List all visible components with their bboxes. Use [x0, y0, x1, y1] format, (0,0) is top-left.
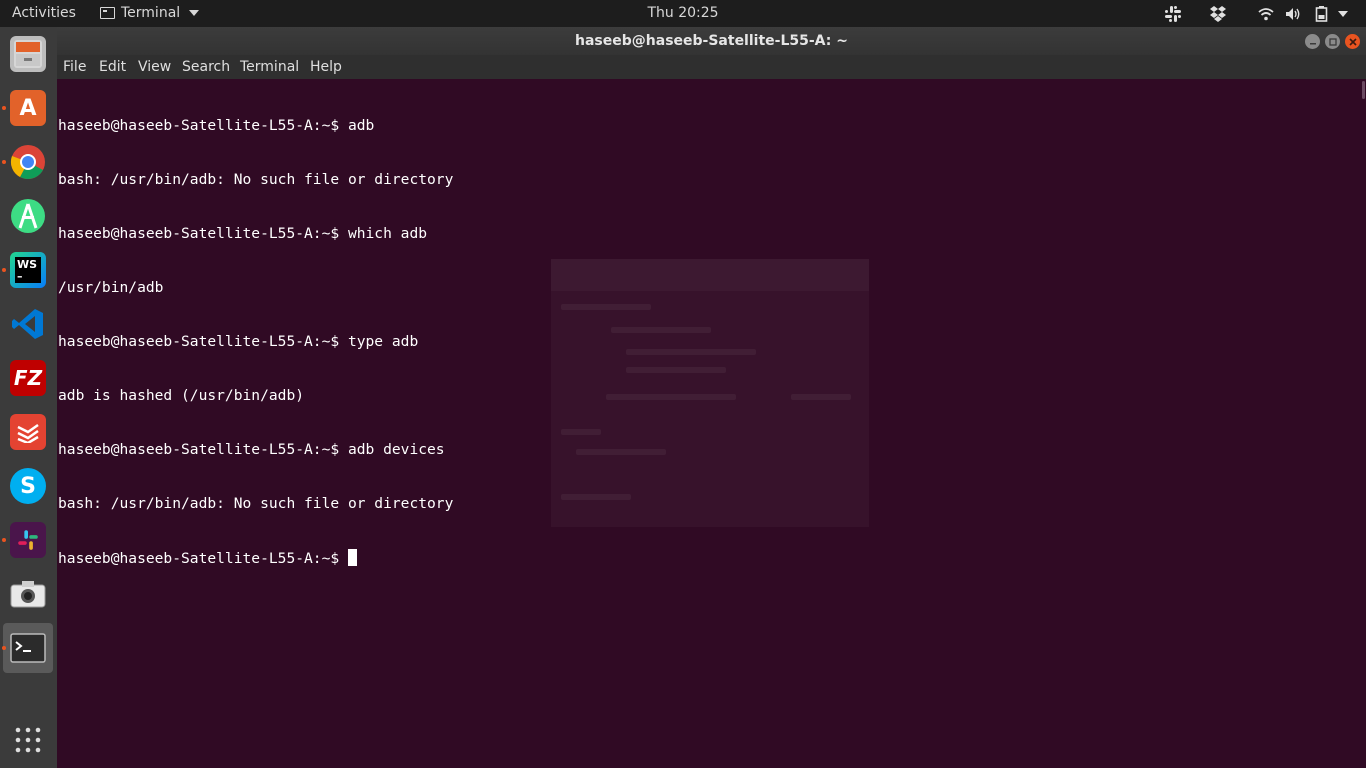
- maximize-icon: [1328, 37, 1337, 46]
- dock-item-terminal[interactable]: [2, 623, 53, 673]
- ghost-line: [561, 429, 601, 435]
- terminal-line: haseeb@haseeb-Satellite-L55-A:~$ which a…: [58, 225, 428, 242]
- chevron-down-icon[interactable]: [1334, 5, 1352, 22]
- dock-item-screenshot[interactable]: [3, 569, 53, 619]
- terminal-line: bash: /usr/bin/adb: No such file or dire…: [58, 171, 454, 188]
- ghost-line: [611, 327, 711, 333]
- dock-item-webstorm[interactable]: WS –: [2, 245, 53, 295]
- slack-icon[interactable]: [1164, 5, 1182, 22]
- window-titlebar[interactable]: haseeb@haseeb-Satellite-L55-A: ~: [57, 27, 1366, 55]
- text-cursor: [347, 549, 357, 566]
- terminal-line: haseeb@haseeb-Satellite-L55-A:~$ adb: [58, 117, 375, 134]
- todoist-icon: [10, 414, 46, 450]
- menu-terminal[interactable]: Terminal: [240, 59, 299, 76]
- minimize-icon: [1309, 42, 1316, 44]
- close-button[interactable]: [1345, 34, 1360, 49]
- dock-item-software-center[interactable]: A: [2, 83, 53, 133]
- filezilla-icon: FZ: [10, 360, 46, 396]
- slack-icon: [10, 522, 46, 558]
- ghost-line: [561, 494, 631, 500]
- ghost-line: [561, 304, 651, 310]
- scrollbar[interactable]: [1362, 81, 1365, 99]
- file-cabinet-icon: [10, 36, 46, 72]
- webstorm-logo: WS –: [15, 257, 41, 283]
- dock-item-files[interactable]: [3, 29, 53, 79]
- ghost-line: [626, 349, 756, 355]
- terminal-line: haseeb@haseeb-Satellite-L55-A:~$ adb dev…: [58, 441, 445, 458]
- terminal-icon: [10, 630, 46, 666]
- android-studio-icon: [10, 198, 46, 234]
- terminal-prompt: haseeb@haseeb-Satellite-L55-A:~$: [58, 550, 348, 567]
- running-indicator: [2, 268, 6, 272]
- ghost-line: [791, 394, 851, 400]
- menu-help[interactable]: Help: [310, 59, 342, 76]
- terminal-line: /usr/bin/adb: [58, 279, 164, 296]
- dropbox-icon[interactable]: [1209, 5, 1227, 22]
- menu-view[interactable]: View: [138, 59, 171, 76]
- ghost-line: [626, 367, 726, 373]
- skype-icon: S: [10, 468, 46, 504]
- running-indicator: [2, 160, 6, 164]
- dock-item-slack[interactable]: [2, 515, 53, 565]
- camera-icon: [10, 576, 46, 612]
- running-indicator: [2, 106, 6, 110]
- running-indicator: [2, 646, 6, 650]
- wifi-icon[interactable]: [1257, 5, 1275, 22]
- dock-item-filezilla[interactable]: FZ: [3, 353, 53, 403]
- window-title: haseeb@haseeb-Satellite-L55-A: ~: [575, 33, 848, 49]
- dock-item-chrome[interactable]: [2, 137, 53, 187]
- terminal-line: haseeb@haseeb-Satellite-L55-A:~$ type ad…: [58, 333, 419, 350]
- show-applications-button[interactable]: [3, 715, 53, 765]
- background-window-ghost: [551, 259, 869, 527]
- menu-search[interactable]: Search: [182, 59, 230, 76]
- terminal-line: bash: /usr/bin/adb: No such file or dire…: [58, 495, 454, 512]
- close-icon: [1348, 37, 1357, 46]
- dock-item-vscode[interactable]: [3, 299, 53, 349]
- running-indicator: [2, 538, 6, 542]
- terminal-line: adb is hashed (/usr/bin/adb): [58, 387, 305, 404]
- menu-edit[interactable]: Edit: [99, 59, 126, 76]
- webstorm-icon: WS –: [10, 252, 46, 288]
- dock-item-todoist[interactable]: [3, 407, 53, 457]
- ghost-line: [606, 394, 736, 400]
- chrome-icon: [10, 144, 46, 180]
- terminal-output: haseeb@haseeb-Satellite-L55-A:~$ adb bas…: [58, 81, 453, 603]
- dock-item-android-studio[interactable]: [3, 191, 53, 241]
- battery-icon[interactable]: [1313, 5, 1331, 22]
- top-bar: Activities Terminal Thu 20:25: [0, 0, 1366, 27]
- minimize-button[interactable]: [1305, 34, 1320, 49]
- grid-icon: [10, 722, 46, 758]
- maximize-button[interactable]: [1325, 34, 1340, 49]
- menu-bar: File Edit View Search Terminal Help: [57, 55, 1366, 79]
- ghost-line: [576, 449, 666, 455]
- shopping-bag-icon: A: [10, 90, 46, 126]
- dock-item-skype[interactable]: S: [3, 461, 53, 511]
- ghost-header: [551, 259, 869, 291]
- volume-icon[interactable]: [1284, 5, 1302, 22]
- clock[interactable]: Thu 20:25: [0, 5, 1366, 22]
- terminal-prompt-line[interactable]: haseeb@haseeb-Satellite-L55-A:~$: [58, 549, 453, 567]
- dock: A WS – FZ S: [0, 27, 57, 768]
- vscode-icon: [10, 306, 46, 342]
- menu-file[interactable]: File: [63, 59, 86, 76]
- terminal-area[interactable]: haseeb@haseeb-Satellite-L55-A:~$ adb bas…: [57, 79, 1366, 768]
